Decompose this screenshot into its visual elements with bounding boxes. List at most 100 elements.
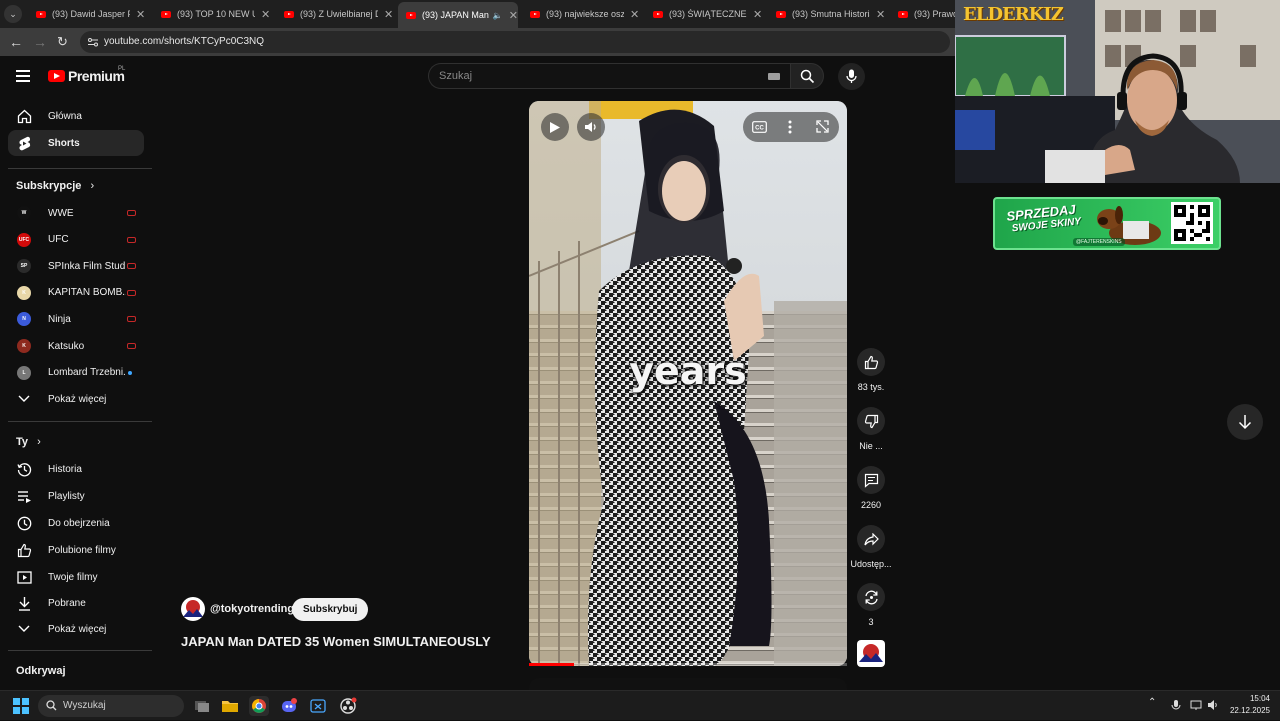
comment-icon	[864, 473, 878, 488]
sound-channel-avatar[interactable]	[857, 640, 885, 667]
search-button[interactable]	[790, 63, 824, 89]
sidebar-item-playlists[interactable]: Playlisty	[8, 483, 144, 509]
chevron-down-icon	[16, 621, 32, 637]
captions-icon[interactable]: CC	[752, 121, 767, 133]
close-tab-icon[interactable]: ✕	[753, 8, 762, 21]
remix-action[interactable]: 3	[850, 583, 892, 627]
sidebar-item-label: SPInka Film Stud...	[48, 260, 126, 272]
sidebar-item-subscription[interactable]: UFC UFC	[8, 227, 144, 253]
video-caption-text: years	[629, 349, 747, 393]
show-more-library[interactable]: Pokaż więcej	[8, 616, 144, 642]
microphone-icon[interactable]	[1170, 699, 1182, 711]
sidebar-item-shorts[interactable]: Shorts	[8, 130, 144, 156]
close-tab-icon[interactable]: ✕	[630, 8, 639, 21]
share-action[interactable]: Udostęp...	[850, 525, 892, 569]
sidebar-item-subscription[interactable]: K KAPITAN BOMB...	[8, 280, 144, 306]
search-input[interactable]: Szukaj	[428, 63, 790, 89]
volume-button[interactable]	[577, 113, 605, 141]
dislike-action[interactable]: Nie ...	[850, 407, 892, 451]
sidebar-item-home[interactable]: Główna	[8, 103, 144, 129]
browser-tab[interactable]: (93) Z Uwielbianej Do ✕	[276, 3, 394, 25]
browser-tab[interactable]: (93) Dawid Jasper PO ✕	[28, 3, 146, 25]
you-heading[interactable]: Ty ›	[16, 436, 41, 448]
show-more-subscriptions[interactable]: Pokaż więcej	[8, 386, 144, 412]
comments-button[interactable]	[857, 466, 885, 494]
dislike-button[interactable]	[857, 407, 885, 435]
sidebar-item-label: Shorts	[48, 137, 80, 149]
close-tab-icon[interactable]: ✕	[261, 8, 270, 21]
speaker-icon[interactable]	[1207, 699, 1219, 711]
close-tab-icon[interactable]: ✕	[136, 8, 145, 21]
sidebar-item-history[interactable]: Historia	[8, 456, 144, 482]
sidebar-item-subscription[interactable]: L Lombard Trzebni...	[8, 360, 144, 386]
next-short-button[interactable]	[1227, 404, 1263, 440]
like-button[interactable]	[857, 348, 885, 376]
play-button[interactable]	[541, 113, 569, 141]
address-bar[interactable]: youtube.com/shorts/KTCyPc0C3NQ	[80, 31, 950, 53]
comments-action[interactable]: 2260	[850, 466, 892, 510]
tab-search-icon[interactable]: ⌄	[4, 5, 22, 23]
subscriptions-heading-text: Subskrypcje	[16, 180, 82, 192]
keyboard-icon[interactable]	[768, 73, 780, 80]
like-count: 83 tys.	[857, 382, 885, 392]
voice-search-button[interactable]	[838, 63, 865, 90]
more-options-icon[interactable]	[788, 120, 792, 134]
video-progress-bar[interactable]	[529, 663, 847, 666]
channel-avatar[interactable]	[181, 597, 205, 621]
sidebar-item-downloads[interactable]: Pobrane	[8, 590, 144, 616]
taskbar-search[interactable]: Wyszukaj	[38, 695, 184, 717]
close-tab-icon[interactable]: ✕	[384, 8, 393, 21]
subscriptions-heading[interactable]: Subskrypcje ›	[16, 180, 94, 192]
close-tab-icon[interactable]: ✕	[509, 9, 518, 22]
live-icon	[127, 236, 136, 243]
sidebar-item-label: KAPITAN BOMB...	[48, 287, 126, 299]
browser-tab[interactable]: (93) najwieksze oszu ✕	[522, 3, 640, 25]
tab-audio-icon[interactable]: 🔈	[493, 11, 503, 20]
short-title[interactable]: JAPAN Man DATED 35 Women SIMULTANEOUSLY	[181, 634, 491, 649]
show-more-label: Pokaż więcej	[48, 393, 107, 405]
sidebar-item-subscription[interactable]: W WWE	[8, 200, 144, 226]
sidebar-item-watch-later[interactable]: Do obejrzenia	[8, 510, 144, 536]
clock-time[interactable]: 15:04	[1238, 694, 1270, 703]
like-action[interactable]: 83 tys.	[850, 348, 892, 392]
remix-button[interactable]	[857, 583, 885, 611]
discord-icon[interactable]	[279, 696, 299, 716]
live-icon	[127, 263, 136, 270]
browser-tab[interactable]: (93) Smutna Historia ✕	[768, 3, 886, 25]
history-icon	[16, 461, 32, 477]
browser-tab[interactable]: (93) Prawdziw	[890, 3, 955, 25]
sidebar-item-your-videos[interactable]: Twoje filmy	[8, 564, 144, 590]
file-explorer-icon[interactable]	[220, 696, 240, 716]
channel-name[interactable]: @tokyotrending	[210, 603, 294, 615]
sidebar-item-subscription[interactable]: SP SPInka Film Stud...	[8, 253, 144, 279]
site-info-icon[interactable]	[87, 36, 99, 48]
fullscreen-icon[interactable]	[816, 120, 829, 133]
clock-date[interactable]: 22.12.2025	[1222, 706, 1270, 715]
network-icon[interactable]	[1190, 699, 1202, 711]
url-text: youtube.com/shorts/KTCyPc0C3NQ	[104, 36, 265, 47]
app-icon[interactable]	[308, 696, 328, 716]
browser-tab[interactable]: (93) TOP 10 NEW ULT ✕	[153, 3, 271, 25]
browser-tab[interactable]: (93) ŚWIĄTECZNE M ✕	[645, 3, 763, 25]
reload-icon[interactable]: ↻	[57, 34, 68, 50]
youtube-favicon-icon	[406, 11, 416, 19]
sidebar-item-subscription[interactable]: N Ninja	[8, 306, 144, 332]
sidebar-item-subscription[interactable]: K Katsuko	[8, 333, 144, 359]
chrome-icon[interactable]	[249, 696, 269, 716]
forward-icon[interactable]: →	[33, 34, 47, 50]
share-button[interactable]	[857, 525, 885, 553]
windows-start-icon[interactable]	[13, 698, 29, 714]
microphone-icon	[846, 69, 857, 83]
subscribe-button[interactable]: Subskrybuj	[292, 598, 369, 621]
close-tab-icon[interactable]: ✕	[876, 8, 885, 21]
task-view-icon[interactable]	[192, 696, 212, 716]
back-icon[interactable]: ←	[9, 34, 23, 50]
short-video-player[interactable]: years CC	[529, 101, 847, 666]
browser-tab[interactable]: (93) JAPAN Man D 🔈 ✕	[398, 2, 518, 28]
home-icon	[16, 108, 32, 124]
sidebar-item-label: Historia	[48, 463, 82, 475]
next-short-preview[interactable]	[529, 678, 847, 690]
sidebar-item-liked[interactable]: Polubione filmy	[8, 537, 144, 563]
chevron-up-icon[interactable]: ⌃	[1148, 697, 1160, 709]
obs-icon[interactable]	[338, 696, 358, 716]
